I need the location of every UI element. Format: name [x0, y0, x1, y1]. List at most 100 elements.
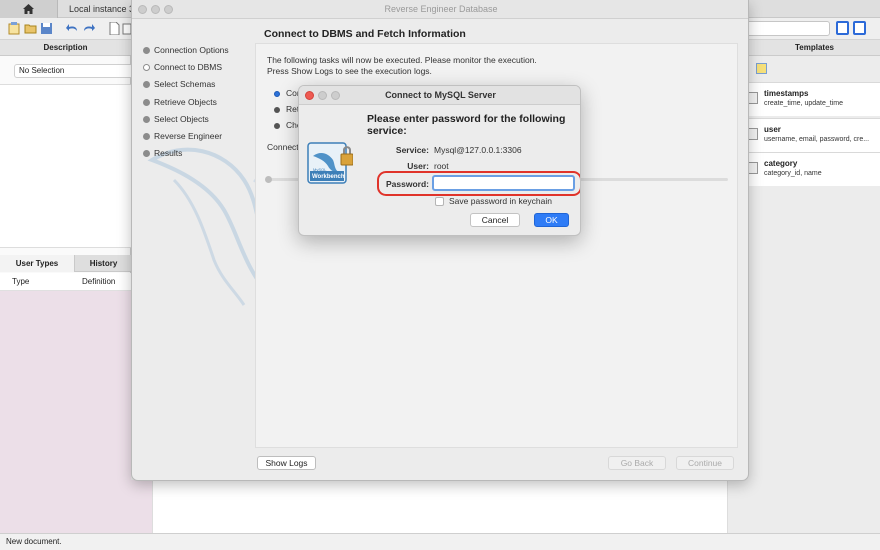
save-keychain-checkbox[interactable] [435, 197, 444, 206]
wizard-steps: Connection Options Connect to DBMS Selec… [142, 44, 252, 164]
column-type[interactable]: Type [12, 277, 29, 286]
step-label: Connection Options [154, 45, 229, 55]
template-category[interactable]: category category_id, name [749, 152, 880, 186]
heading-line: service: [367, 125, 407, 137]
password-label: Password: [386, 179, 429, 189]
progress-indicator [265, 176, 272, 183]
password-input[interactable] [432, 175, 575, 191]
window-title: Reverse Engineer Database [384, 4, 498, 14]
right-panel: Templates timestamps create_time, update… [749, 40, 880, 533]
step-label: Select Objects [154, 113, 209, 124]
undo-icon[interactable] [66, 22, 79, 35]
bottom-tabs: User Types History [0, 255, 131, 272]
new-model-icon[interactable] [8, 22, 21, 35]
step-connect-to-dbms: Connect to DBMS [142, 61, 252, 78]
step-reverse-engineer: Reverse Engineer [142, 130, 252, 147]
step-label: Retrieve Objects [154, 96, 217, 107]
dialog-title: Connect to MySQL Server [385, 90, 496, 100]
home-tab[interactable] [0, 0, 58, 18]
tab-history[interactable]: History [76, 255, 131, 272]
dialog-titlebar: Connect to MySQL Server [299, 86, 580, 105]
step-results: Results [142, 147, 252, 164]
step-label: Select Schemas [154, 79, 216, 90]
template-name: category [764, 159, 798, 168]
zoom-dialog-button[interactable] [331, 91, 340, 100]
icon-mysql-text: MySQL [313, 167, 327, 172]
save-keychain-label: Save password in keychain [449, 196, 553, 206]
user-value: root [434, 161, 449, 171]
task-bullet-icon [274, 123, 280, 129]
description-area[interactable] [0, 84, 131, 248]
step-dot-icon [143, 98, 150, 106]
step-connection-options: Connection Options [142, 44, 252, 61]
continue-button[interactable]: Continue [676, 456, 734, 470]
zoom-window-button[interactable] [164, 5, 173, 14]
description-header: Description [0, 40, 131, 56]
selection-dropdown[interactable]: No Selection [14, 64, 134, 78]
content-description: The following tasks will now be executed… [267, 55, 537, 65]
template-columns: create_time, update_time [764, 100, 843, 107]
step-select-objects: Select Objects [142, 113, 252, 130]
connect-status-text: Connect [267, 142, 299, 152]
minimize-window-button[interactable] [151, 5, 160, 14]
template-user[interactable]: user username, email, password, cre... [749, 118, 880, 152]
tab-local-instance[interactable]: Local instance 3 [59, 0, 139, 18]
template-name: user [764, 125, 781, 134]
service-value: Mysql@127.0.0.1:3306 [434, 145, 522, 155]
step-dot-icon [143, 115, 150, 123]
minimize-dialog-button[interactable] [318, 91, 327, 100]
step-retrieve-objects: Retrieve Objects [142, 96, 252, 113]
layout-right-icon[interactable] [853, 21, 866, 35]
layout-left-icon[interactable] [836, 21, 849, 35]
table-icon [749, 128, 758, 140]
task-running-icon [274, 91, 280, 97]
close-window-button[interactable] [138, 5, 147, 14]
table-icon [749, 92, 758, 104]
task-bullet-icon [274, 107, 280, 113]
step-dot-icon [143, 150, 150, 158]
model-canvas[interactable] [152, 480, 728, 533]
user-types-table-header: Type Definition [0, 273, 131, 291]
left-panel: Description No Selection User Types Hist… [0, 40, 134, 533]
heading-line: Please enter password for the following [367, 113, 566, 125]
table-icon [749, 162, 758, 174]
template-columns: username, email, password, cre... [764, 136, 870, 143]
tab-user-types[interactable]: User Types [0, 255, 75, 272]
go-back-button[interactable]: Go Back [608, 456, 666, 470]
close-dialog-button[interactable] [305, 91, 314, 100]
content-description-2: Press Show Logs to see the execution log… [267, 66, 432, 76]
templates-header: Templates [749, 40, 880, 56]
step-active-dot-icon [143, 64, 150, 72]
cancel-button[interactable]: Cancel [470, 213, 520, 227]
templates-folder-icon[interactable] [756, 63, 767, 74]
user-types-list-lower [0, 480, 152, 533]
redo-icon[interactable] [82, 22, 95, 35]
service-label: Service: [395, 145, 429, 155]
search-field[interactable] [744, 21, 830, 36]
column-definition[interactable]: Definition [82, 277, 115, 286]
mysql-workbench-app-icon: MySQL Workbench [307, 142, 353, 184]
step-dot-icon [143, 81, 150, 89]
template-timestamps[interactable]: timestamps create_time, update_time [749, 82, 880, 116]
step-label: Connect to DBMS [154, 62, 223, 73]
step-dot-icon [143, 132, 150, 140]
ok-button[interactable]: OK [534, 213, 569, 227]
status-bar: New document. [0, 533, 880, 550]
home-icon [23, 4, 34, 14]
save-icon[interactable] [40, 22, 53, 35]
show-logs-button[interactable]: Show Logs [257, 456, 316, 470]
reverse-engineer-window: Reverse Engineer Database Connection Opt… [131, 0, 749, 481]
new-document-icon[interactable] [108, 22, 121, 35]
icon-workbench-text: Workbench [312, 174, 345, 180]
content-title: Connect to DBMS and Fetch Information [264, 28, 466, 40]
step-label: Reverse Engineer [154, 130, 223, 141]
dialog-heading: Please enter password for the following … [367, 113, 577, 137]
connect-mysql-dialog: Connect to MySQL Server MySQL Workbench … [298, 85, 581, 236]
window-titlebar: Reverse Engineer Database [132, 0, 748, 19]
template-name: timestamps [764, 89, 809, 98]
step-select-schemas: Select Schemas [142, 78, 252, 95]
step-label: Results [154, 148, 183, 159]
user-label: User: [407, 161, 429, 171]
open-folder-icon[interactable] [24, 22, 37, 35]
template-columns: category_id, name [764, 170, 822, 177]
